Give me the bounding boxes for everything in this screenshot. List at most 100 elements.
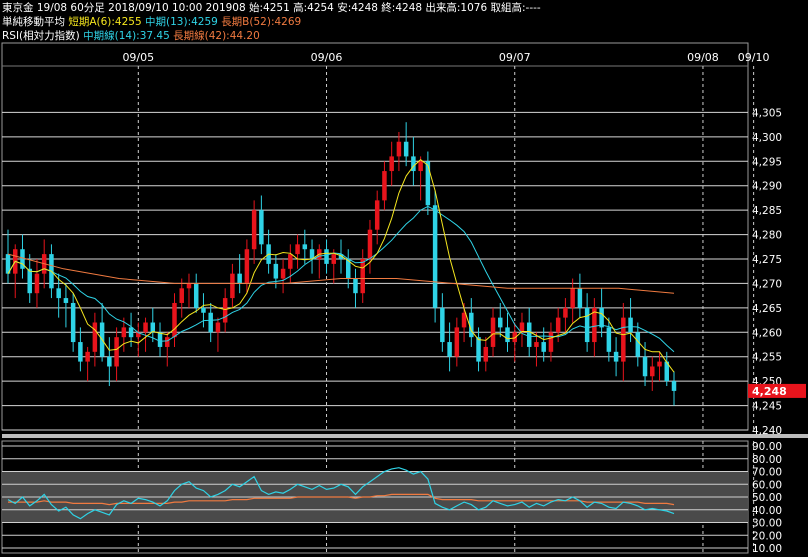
candle-body <box>505 327 510 343</box>
panel-separator <box>2 434 808 438</box>
price-tick-label: 4,275 <box>752 254 782 266</box>
price-tick-label: 4,280 <box>752 230 782 242</box>
candle-body <box>418 161 423 172</box>
candle-body <box>244 249 250 284</box>
candle-body <box>85 351 90 362</box>
price-tick-label: 4,300 <box>752 132 782 144</box>
candle-body <box>389 156 394 172</box>
candle-body <box>157 332 163 347</box>
price-tick-label: 4,260 <box>752 327 782 339</box>
candle-body <box>584 307 590 343</box>
candle-body <box>541 342 546 352</box>
candle-body <box>425 161 431 206</box>
price-tick-label: 4,255 <box>752 352 782 364</box>
candle-body <box>577 288 583 308</box>
rsi-tick-label: 40.00 <box>752 505 782 517</box>
candle-body <box>432 205 438 308</box>
price-tick-label: 4,240 <box>752 425 782 437</box>
candle-body <box>179 288 184 303</box>
price-tick-label: 4,295 <box>752 156 782 168</box>
candle-body <box>34 273 40 294</box>
candle-body <box>230 273 235 299</box>
candle-body <box>635 332 641 357</box>
rsi-tick-label: 80.00 <box>752 454 782 466</box>
candle-body <box>251 210 257 250</box>
rsi-tick-label: 50.00 <box>752 492 782 504</box>
rsi-tick-label: 70.00 <box>752 467 782 479</box>
rsi-tick-label: 10.00 <box>752 543 782 555</box>
candle-body <box>331 254 337 264</box>
candle-body <box>628 317 633 333</box>
candle-body <box>237 273 242 284</box>
candle-body <box>121 327 127 338</box>
candle-body <box>280 268 286 279</box>
candle-body <box>288 254 293 269</box>
current-price-label: 4,248 <box>752 385 787 398</box>
candle-body <box>63 298 69 303</box>
candle-body <box>70 302 76 343</box>
candle-body <box>201 307 206 313</box>
date-label: 09/05 <box>122 51 154 64</box>
candle-body <box>490 317 496 347</box>
candle-body <box>498 317 503 328</box>
candle-body <box>172 302 177 338</box>
candle-body <box>360 259 365 294</box>
candle-body <box>403 141 409 157</box>
candle-body <box>382 171 387 201</box>
candle-body <box>534 342 539 347</box>
rsi-tick-label: 20.00 <box>752 530 782 542</box>
candle-body <box>563 307 568 318</box>
candle-body <box>396 141 402 157</box>
candle-body <box>599 307 604 328</box>
candle-body <box>295 244 300 255</box>
candle-body <box>555 317 561 333</box>
candle-body <box>186 283 192 289</box>
candle-body <box>302 244 308 250</box>
price-tick-label: 4,245 <box>752 401 782 413</box>
candle-body <box>440 307 445 343</box>
candle-body <box>642 356 648 377</box>
candle-body <box>367 229 373 259</box>
price-tick-label: 4,265 <box>752 303 782 315</box>
candle-body <box>483 346 489 362</box>
candle-body <box>150 322 156 333</box>
rsi-tick-label: 30.00 <box>752 518 782 530</box>
candle-body <box>650 366 655 377</box>
candle-body <box>548 332 554 352</box>
candle-body <box>476 337 481 362</box>
candle-body <box>671 381 677 391</box>
candle-body <box>114 337 119 367</box>
chart-canvas[interactable]: 4,2404,2454,2504,2554,2604,2654,2704,275… <box>0 0 808 557</box>
candle-body <box>56 288 61 299</box>
candle-body <box>353 278 358 294</box>
candle-body <box>259 210 264 245</box>
date-label: 09/08 <box>687 51 719 64</box>
ma-mid-line <box>7 205 675 353</box>
price-tick-label: 4,285 <box>752 205 782 217</box>
candle-body <box>78 342 83 362</box>
candle-body <box>208 312 213 333</box>
candle-body <box>215 322 221 333</box>
candle-body <box>222 298 228 323</box>
candle-body <box>107 356 112 367</box>
candle-body <box>613 351 619 362</box>
candle-body <box>128 327 134 338</box>
candle-body <box>273 263 279 279</box>
price-tick-label: 4,270 <box>752 278 782 290</box>
candle-body <box>606 327 612 352</box>
candle-body <box>92 322 98 352</box>
candle-body <box>193 283 199 308</box>
date-label: 09/10 <box>738 51 770 64</box>
candle-body <box>143 322 148 333</box>
rsi-tick-label: 60.00 <box>752 479 782 491</box>
candle-body <box>570 288 575 308</box>
rsi-tick-label: 90.00 <box>752 441 782 453</box>
candle-body <box>27 268 32 294</box>
candle-body <box>454 327 460 357</box>
candle-body <box>374 200 380 230</box>
candle-body <box>165 337 170 347</box>
date-label: 09/07 <box>499 51 531 64</box>
price-tick-label: 4,305 <box>752 107 782 119</box>
date-label: 09/06 <box>311 51 343 64</box>
candle-body <box>447 342 452 357</box>
